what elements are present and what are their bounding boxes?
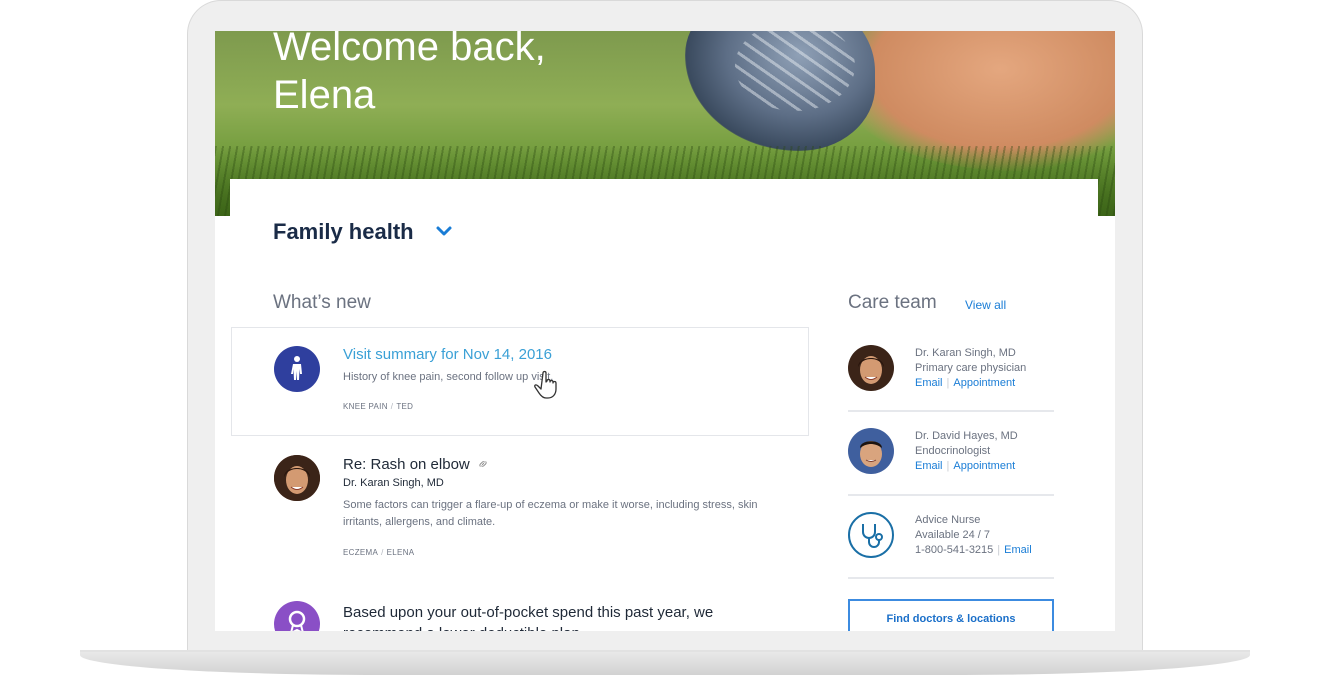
- view-all-link[interactable]: View all: [965, 298, 1006, 312]
- avatar: [848, 345, 894, 391]
- whats-new-title: What’s new: [273, 292, 371, 313]
- email-link[interactable]: Email: [915, 460, 943, 472]
- chevron-down-icon[interactable]: [435, 224, 453, 238]
- rash-message-title-text: Re: Rash on elbow: [343, 456, 470, 473]
- link-icon: [479, 461, 487, 467]
- find-doctors-button[interactable]: Find doctors & locations: [848, 599, 1054, 631]
- avatar: [274, 455, 320, 501]
- email-link[interactable]: Email: [1004, 544, 1032, 556]
- welcome-heading: Welcome back, Elena: [273, 31, 546, 119]
- visit-summary-tags: KNEE PAIN / TED: [343, 402, 413, 411]
- appointment-link[interactable]: Appointment: [953, 460, 1015, 472]
- appointment-link[interactable]: Appointment: [953, 377, 1015, 389]
- tag-separator: /: [390, 402, 394, 411]
- stethoscope-icon: [848, 512, 894, 558]
- hand-cursor-icon: [534, 370, 557, 399]
- care-member-role: Endocrinologist: [915, 445, 991, 457]
- laptop-base: [80, 652, 1250, 675]
- avatar: [848, 428, 894, 474]
- phone-number[interactable]: 1-800-541-3215: [915, 544, 993, 556]
- rash-message-title[interactable]: Re: Rash on elbow: [343, 456, 489, 473]
- care-member-name: Advice Nurse: [915, 514, 981, 526]
- care-member-advice-nurse: Advice Nurse Available 24 / 7 1-800-541-…: [915, 513, 1032, 558]
- plan-recommendation-title[interactable]: Based upon your out-of-pocket spend this…: [343, 602, 763, 631]
- care-member-name: Dr. Karan Singh, MD: [915, 347, 1016, 359]
- family-health-title[interactable]: Family health: [273, 219, 414, 245]
- link-separator: |: [997, 544, 1001, 556]
- care-member-name: Dr. David Hayes, MD: [915, 430, 1018, 442]
- tag[interactable]: ECZEMA: [343, 548, 378, 557]
- tag-separator: /: [381, 548, 384, 557]
- welcome-name: Elena: [273, 73, 376, 117]
- rash-message-tags: ECZEMA / ELENA: [343, 548, 414, 557]
- divider: [848, 494, 1054, 496]
- divider: [848, 577, 1054, 579]
- divider: [848, 410, 1054, 412]
- email-link[interactable]: Email: [915, 377, 943, 389]
- person-body-icon: [274, 346, 320, 392]
- welcome-line-1: Welcome back,: [273, 31, 546, 69]
- rash-message-body: Some factors can trigger a flare-up of e…: [343, 499, 758, 528]
- tag[interactable]: ELENA: [387, 548, 415, 557]
- badge-icon: [274, 601, 320, 631]
- link-separator: |: [946, 377, 950, 389]
- tag[interactable]: KNEE PAIN: [343, 402, 388, 411]
- care-member-role: Primary care physician: [915, 362, 1027, 374]
- care-member-role: Available 24 / 7: [915, 529, 991, 541]
- care-team-title: Care team: [848, 292, 937, 313]
- rash-message-author: Dr. Karan Singh, MD: [343, 477, 444, 489]
- link-separator: |: [946, 460, 950, 472]
- care-member-endocrinologist: Dr. David Hayes, MD Endocrinologist Emai…: [915, 429, 1018, 474]
- screen: Welcome back, Elena Family health What’s…: [215, 31, 1115, 631]
- care-member-primary: Dr. Karan Singh, MD Primary care physici…: [915, 346, 1026, 391]
- visit-summary-link[interactable]: Visit summary for Nov 14, 2016: [343, 346, 552, 363]
- tag[interactable]: TED: [396, 402, 413, 411]
